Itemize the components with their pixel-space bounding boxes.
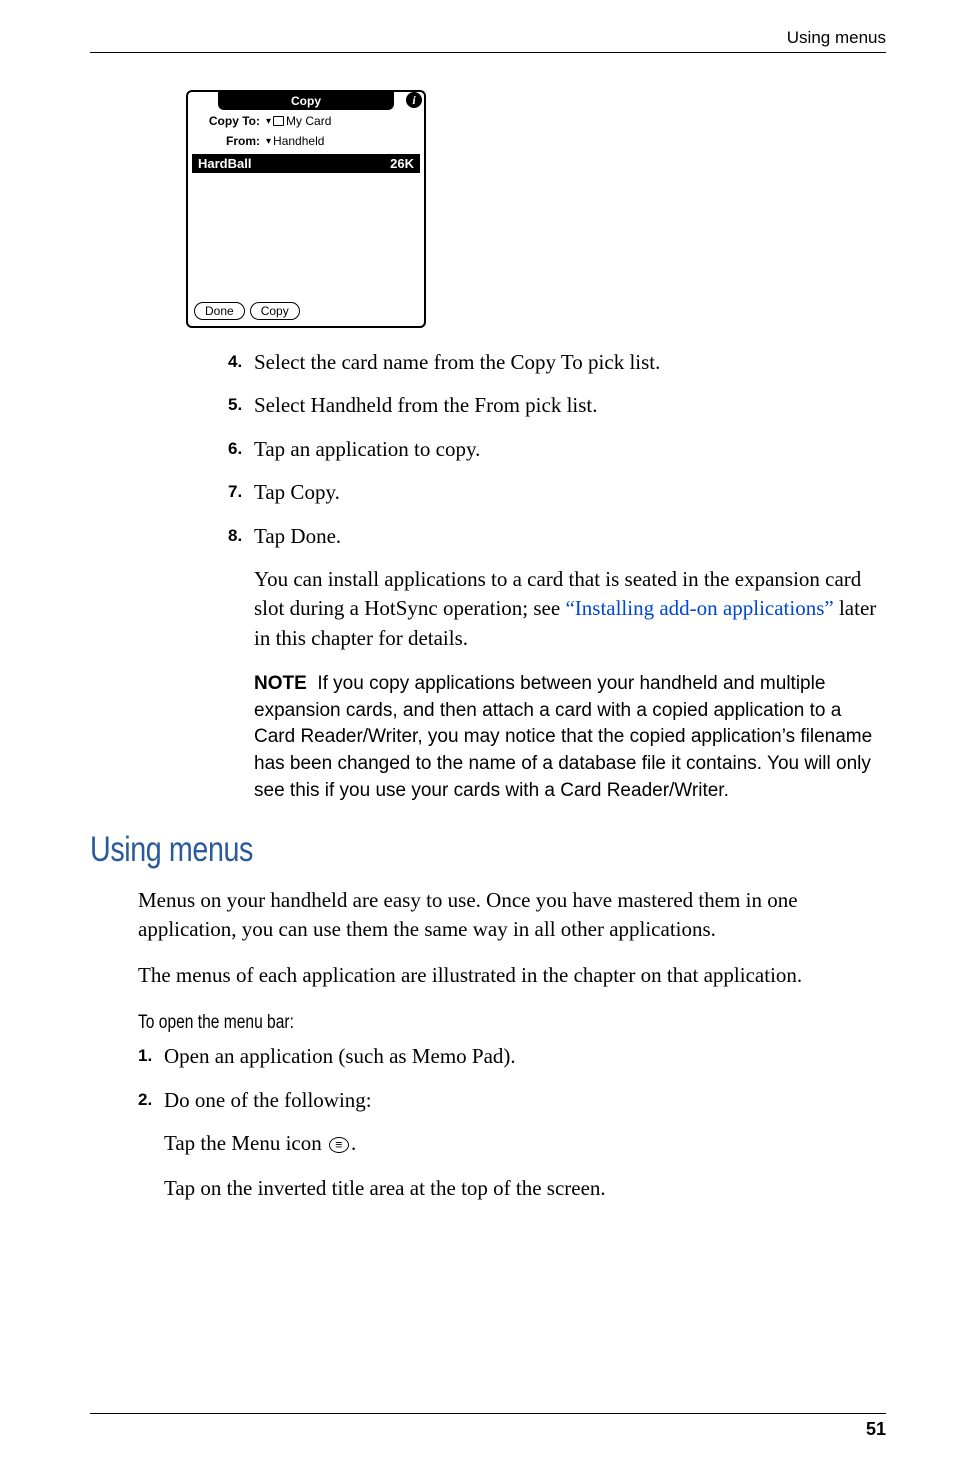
- footer-divider: [90, 1413, 886, 1414]
- done-button: Done: [194, 302, 245, 320]
- step-text: Select Handheld from the From pick list.: [254, 391, 886, 420]
- note-label: NOTE: [254, 673, 307, 694]
- steps-list-1: 4. Select the card name from the Copy To…: [228, 348, 886, 551]
- info-icon: i: [406, 92, 422, 108]
- dialog-title: Copy: [291, 94, 321, 108]
- dialog-buttons: Done Copy: [194, 302, 300, 320]
- step-6: 6. Tap an application to copy.: [228, 435, 886, 464]
- selected-app-item: HardBall 26K: [192, 154, 420, 173]
- step-text: Open an application (such as Memo Pad).: [164, 1042, 886, 1071]
- sub1-pre: Tap the Menu icon: [164, 1131, 327, 1155]
- page-header-section: Using menus: [787, 28, 886, 48]
- page-number: 51: [866, 1419, 886, 1440]
- step-number: 2.: [138, 1086, 164, 1115]
- step-text: Tap Copy.: [254, 478, 886, 507]
- step-number: 6.: [228, 435, 254, 464]
- step-number: 4.: [228, 348, 254, 377]
- note-text: If you copy applications between your ha…: [254, 673, 872, 800]
- section-heading-using-menus: Using menus: [90, 830, 743, 870]
- step-number: 7.: [228, 478, 254, 507]
- step-2-2: 2. Do one of the following:: [138, 1086, 886, 1115]
- body-paragraph-1: Menus on your handheld are easy to use. …: [138, 886, 886, 945]
- app-name: HardBall: [198, 156, 251, 171]
- step-8: 8. Tap Done.: [228, 522, 886, 551]
- step-text: Tap an application to copy.: [254, 435, 886, 464]
- copy-button: Copy: [250, 302, 300, 320]
- sub1-post: .: [351, 1131, 356, 1155]
- step-text: Do one of the following:: [164, 1086, 886, 1115]
- sub-option-1: Tap the Menu icon .: [164, 1129, 886, 1158]
- install-paragraph: You can install applications to a card t…: [254, 565, 886, 653]
- step-number: 5.: [228, 391, 254, 420]
- body-paragraph-2: The menus of each application are illust…: [138, 961, 886, 990]
- copyto-row: Copy To: ▾ My Card: [188, 110, 424, 130]
- install-link[interactable]: “Installing add-on applications”: [565, 596, 833, 620]
- from-value: Handheld: [273, 134, 324, 148]
- dialog-titlebar: Copy i: [218, 92, 394, 110]
- step-number: 8.: [228, 522, 254, 551]
- copy-dialog-screenshot: Copy i Copy To: ▾ My Card From: ▾ Handhe…: [186, 90, 426, 328]
- step-number: 1.: [138, 1042, 164, 1071]
- step-5: 5. Select Handheld from the From pick li…: [228, 391, 886, 420]
- card-icon: [273, 116, 284, 126]
- note-block: NOTE If you copy applications between yo…: [254, 671, 886, 804]
- copyto-value: My Card: [286, 114, 331, 128]
- step-text: Select the card name from the Copy To pi…: [254, 348, 886, 377]
- dropdown-arrow-icon: ▾: [266, 116, 271, 127]
- copyto-label: Copy To:: [196, 114, 266, 128]
- from-row: From: ▾ Handheld: [188, 130, 424, 150]
- steps-list-2: 1. Open an application (such as Memo Pad…: [138, 1042, 886, 1115]
- header-divider: [90, 52, 886, 53]
- step-7: 7. Tap Copy.: [228, 478, 886, 507]
- from-label: From:: [196, 134, 266, 148]
- app-size: 26K: [390, 156, 414, 171]
- step-4: 4. Select the card name from the Copy To…: [228, 348, 886, 377]
- sub-option-2: Tap on the inverted title area at the to…: [164, 1174, 886, 1203]
- menu-icon: [329, 1137, 349, 1153]
- subheading-open-menu-bar: To open the menu bar:: [138, 1012, 751, 1034]
- step-text: Tap Done.: [254, 522, 886, 551]
- dropdown-arrow-icon: ▾: [266, 136, 271, 147]
- step-2-1: 1. Open an application (such as Memo Pad…: [138, 1042, 886, 1071]
